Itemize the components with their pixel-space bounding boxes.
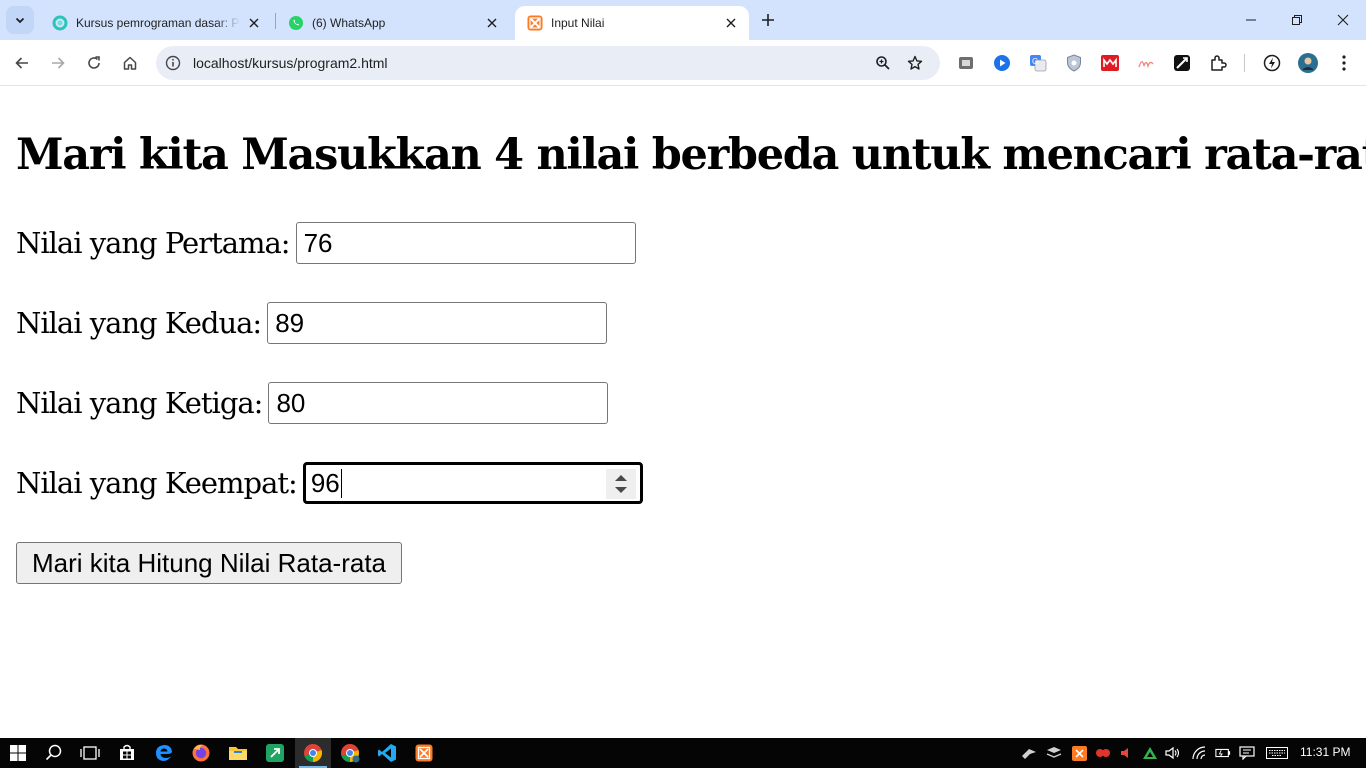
field-label: Nilai yang Kedua: [16, 306, 262, 340]
minimize-button[interactable] [1228, 0, 1274, 40]
tab-kursus[interactable]: Kursus pemrograman dasar: Pel [40, 6, 272, 40]
close-tab-icon[interactable] [246, 15, 262, 31]
form-row-ketiga: Nilai yang Ketiga: 80 [16, 382, 609, 424]
input-value: 76 [303, 227, 333, 258]
site-info-icon[interactable] [164, 54, 182, 72]
blue-play-extension-icon[interactable] [992, 53, 1012, 73]
vscode-icon[interactable] [376, 742, 398, 764]
gray-extension-icon[interactable] [956, 53, 976, 73]
reload-icon [88, 56, 100, 69]
chrome-profile-icon[interactable] [339, 742, 361, 764]
form-row-keempat: Nilai yang Keempat: 96 [16, 462, 643, 504]
tray-xampp-icon[interactable] [1071, 745, 1087, 761]
spin-down-icon[interactable] [614, 486, 628, 494]
tray-green-app-icon[interactable] [1142, 745, 1158, 761]
progress-favicon-icon [52, 15, 68, 31]
field-label: Nilai yang Pertama: [16, 226, 291, 260]
close-icon [1337, 14, 1349, 26]
profile-avatar[interactable] [1298, 53, 1318, 73]
puzzle-extensions-icon[interactable] [1208, 53, 1228, 73]
spin-up-icon[interactable] [614, 474, 628, 482]
xampp-favicon-icon [527, 15, 543, 31]
arrow-left-icon [15, 57, 28, 69]
bookmark-star-icon[interactable] [904, 52, 926, 74]
chrome-icon[interactable] [295, 738, 331, 768]
input-value: 96 [310, 467, 340, 498]
back-button[interactable] [8, 49, 36, 77]
nilai-keempat-input[interactable]: 96 [302, 462, 643, 504]
menu-kebab-icon[interactable] [1334, 53, 1354, 73]
firefox-icon[interactable] [190, 742, 212, 764]
home-button[interactable] [116, 49, 144, 77]
home-icon [123, 56, 137, 70]
restore-button[interactable] [1274, 0, 1320, 40]
input-value: 89 [275, 307, 305, 338]
task-view-icon[interactable] [79, 742, 101, 764]
tray-mute-icon[interactable] [1118, 745, 1134, 761]
performance-icon[interactable] [1262, 53, 1282, 73]
page-content: Mari kita Masukkan 4 nilai berbeda untuk… [0, 87, 1366, 738]
page-heading: Mari kita Masukkan 4 nilai berbeda untuk… [16, 130, 1366, 180]
tab-strip: Kursus pemrograman dasar: Pel (6) WhatsA… [0, 0, 1366, 40]
notification-icon[interactable] [1239, 745, 1255, 761]
toolbar-divider [1244, 54, 1245, 72]
signature-extension-icon[interactable] [1136, 53, 1156, 73]
tab-title: Kursus pemrograman dasar: Pel [76, 16, 240, 30]
tab-title: Input Nilai [551, 16, 605, 30]
text-caret [340, 468, 343, 498]
keyboard-icon[interactable] [1265, 745, 1289, 761]
field-label: Nilai yang Keempat: [16, 466, 298, 500]
tab-title: (6) WhatsApp [312, 16, 386, 30]
translate-extension-icon[interactable]: G [1028, 53, 1048, 73]
restore-icon [1292, 15, 1302, 25]
chevron-down-icon [15, 17, 25, 24]
tab-input-nilai[interactable]: Input Nilai [515, 6, 749, 40]
wifi-icon[interactable] [1191, 745, 1207, 761]
form-row-pertama: Nilai yang Pertama: 76 [16, 222, 636, 264]
store-icon[interactable] [116, 742, 138, 764]
close-tab-icon[interactable] [723, 15, 739, 31]
minimize-icon [1246, 19, 1256, 21]
tab-whatsapp[interactable]: (6) WhatsApp [276, 6, 510, 40]
edge-icon[interactable] [153, 742, 175, 764]
search-icon[interactable] [43, 742, 65, 764]
field-label: Nilai yang Ketiga: [16, 386, 263, 420]
xampp-icon[interactable] [413, 742, 435, 764]
windows-taskbar: 11:31 PM [0, 738, 1366, 768]
nilai-pertama-input[interactable]: 76 [295, 222, 636, 264]
battery-icon[interactable] [1215, 745, 1231, 761]
tray-red-app-icon[interactable] [1095, 745, 1111, 761]
tray-app-icon[interactable] [1046, 745, 1062, 761]
forward-button[interactable] [44, 49, 72, 77]
black-extension-icon[interactable] [1172, 53, 1192, 73]
windows-start-icon[interactable] [7, 742, 29, 764]
number-spinner[interactable] [605, 469, 636, 499]
volume-icon[interactable] [1165, 745, 1181, 761]
close-tab-icon[interactable] [484, 15, 500, 31]
url-text[interactable]: localhost/kursus/program2.html [193, 55, 388, 71]
close-window-button[interactable] [1320, 0, 1366, 40]
zoom-icon[interactable] [872, 52, 894, 74]
hitung-rata-rata-button[interactable]: Mari kita Hitung Nilai Rata-rata [16, 542, 403, 584]
tray-bird-icon[interactable] [1021, 745, 1037, 761]
new-tab-button[interactable] [756, 8, 780, 32]
whatsapp-favicon-icon [289, 16, 303, 30]
address-bar[interactable]: localhost/kursus/program2.html [156, 46, 940, 80]
tab-search-button[interactable] [6, 6, 34, 34]
arrow-right-icon [52, 57, 65, 69]
reload-button[interactable] [80, 49, 108, 77]
spreadsheet-app-icon[interactable] [264, 742, 286, 764]
shield-extension-icon[interactable] [1064, 53, 1084, 73]
taskbar-clock[interactable]: 11:31 PM [1300, 745, 1350, 759]
browser-toolbar: localhost/kursus/program2.html G [0, 40, 1366, 86]
plus-icon [762, 14, 774, 26]
input-value: 80 [276, 387, 306, 418]
file-explorer-icon[interactable] [227, 742, 249, 764]
form-row-kedua: Nilai yang Kedua: 89 [16, 302, 608, 344]
red-extension-icon[interactable] [1100, 53, 1120, 73]
nilai-kedua-input[interactable]: 89 [267, 302, 608, 344]
nilai-ketiga-input[interactable]: 80 [268, 382, 609, 424]
svg-text:G: G [1032, 57, 1038, 66]
